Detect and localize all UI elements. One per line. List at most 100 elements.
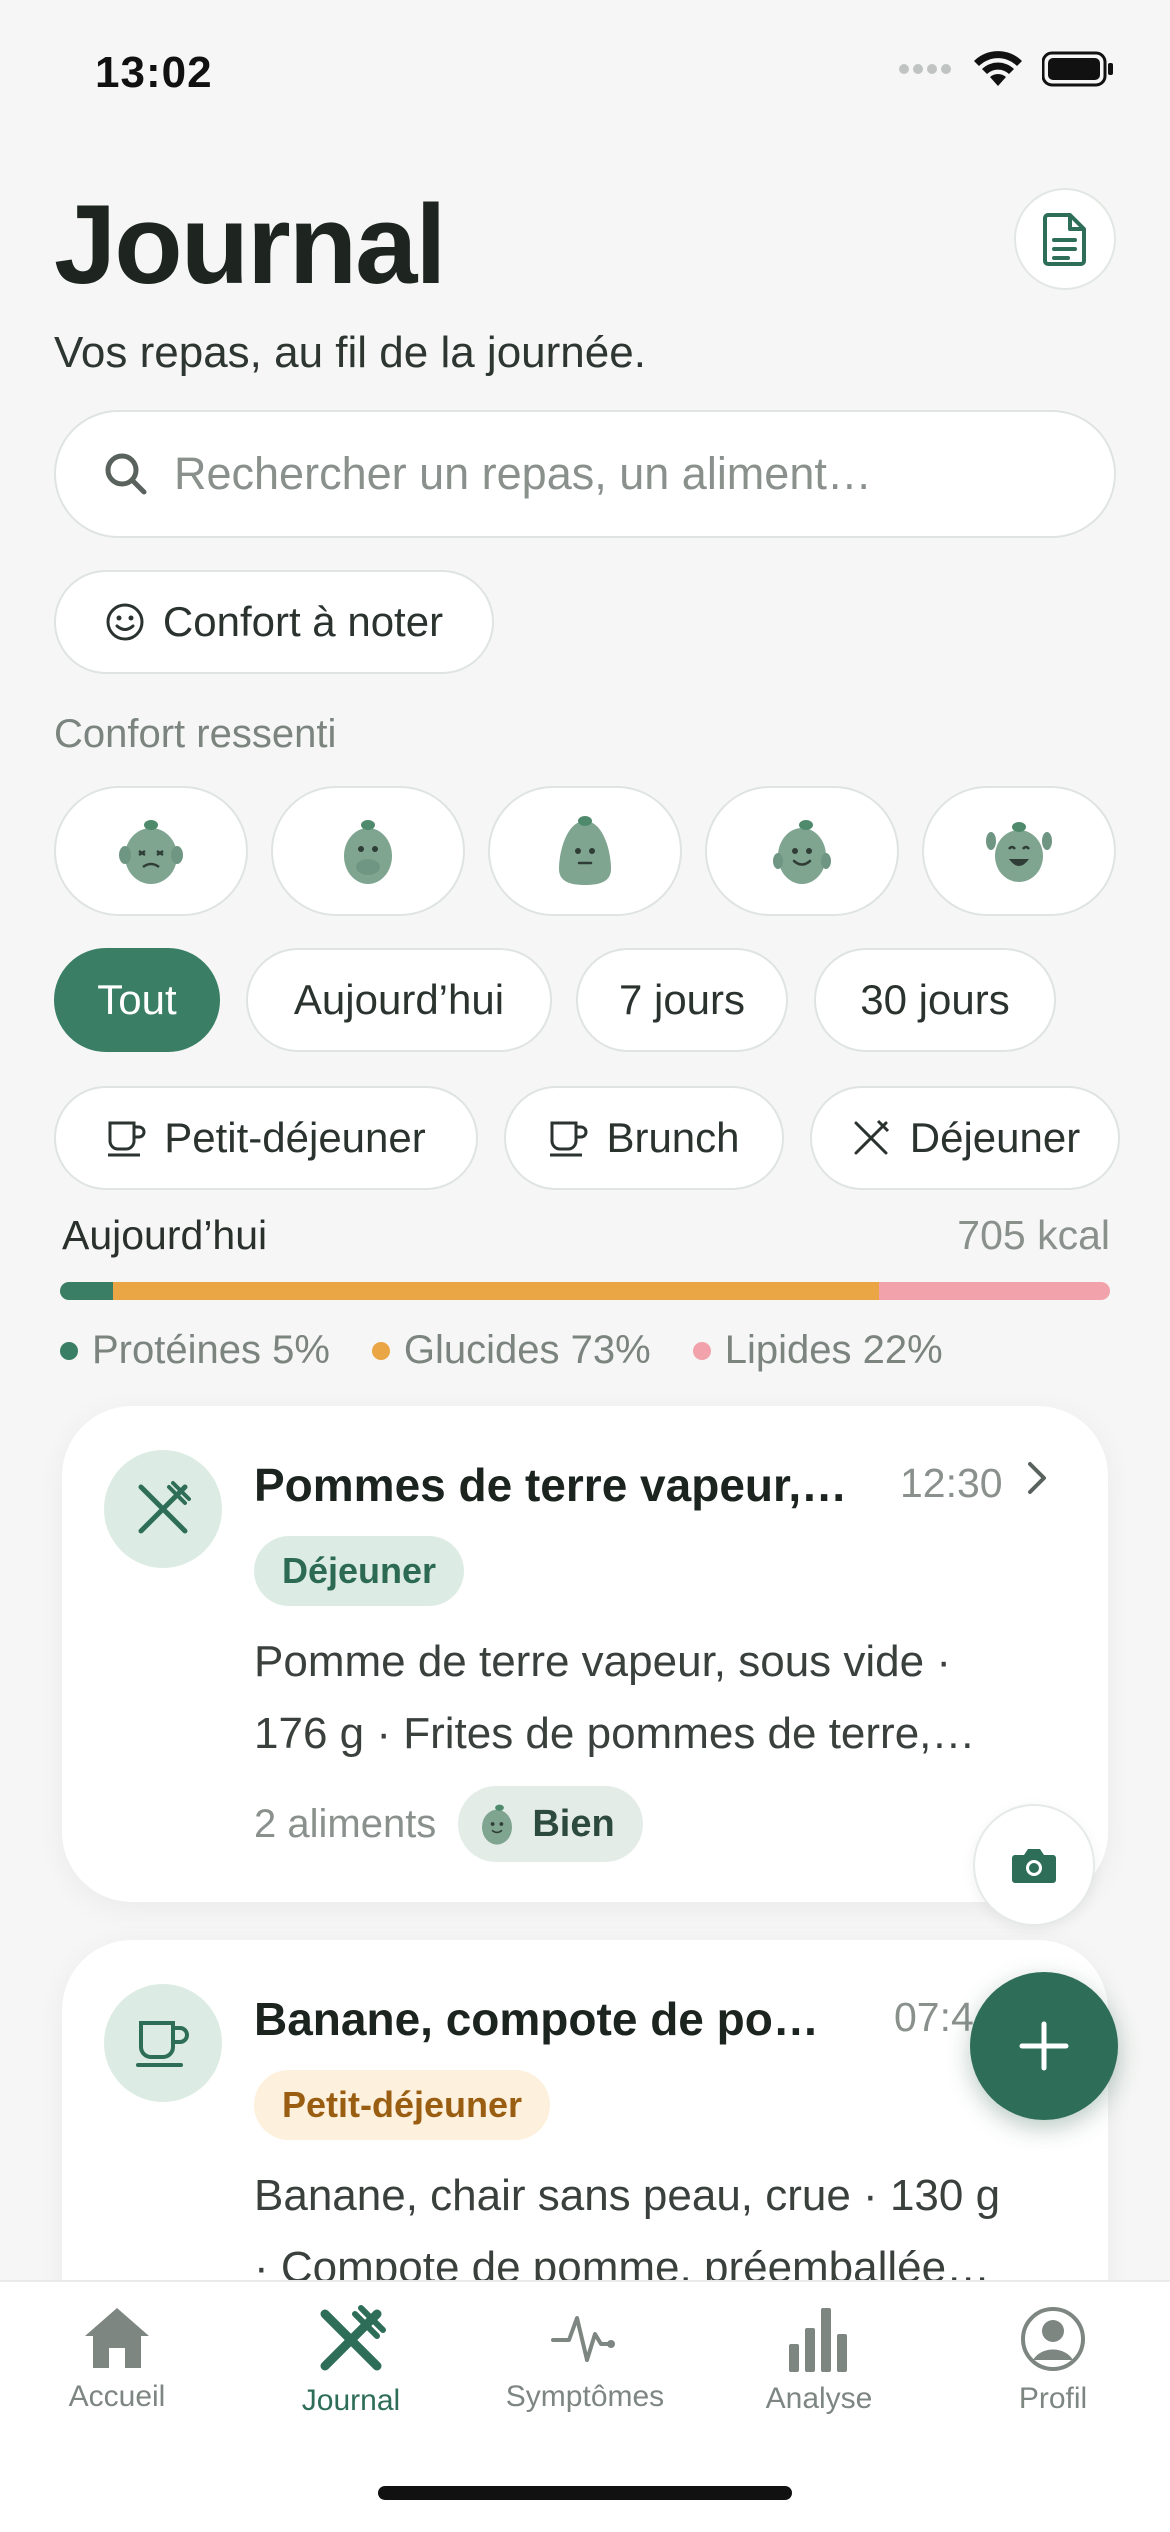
summary-kcal: 705 kcal bbox=[957, 1212, 1110, 1258]
status-indicators bbox=[898, 50, 1114, 88]
period-filter-label: 7 jours bbox=[618, 976, 746, 1023]
meal-description: Pomme de terre vapeur, sous vide · 176 g… bbox=[254, 1626, 1084, 1770]
document-icon bbox=[1043, 213, 1086, 266]
utensils-icon bbox=[854, 1119, 889, 1155]
chevron-right-icon bbox=[1028, 1462, 1046, 1494]
legend-carbs: Glucides 73% bbox=[371, 1328, 651, 1373]
status-bar: 13:02 bbox=[0, 0, 1170, 150]
tab-label: Symptômes bbox=[505, 2380, 665, 2413]
meal-card-lunch[interactable]: Pommes de terre vapeur,… 12:30 Déjeuner … bbox=[62, 1406, 1108, 1902]
meal-title: Pommes de terre vapeur,… bbox=[254, 1459, 848, 1511]
mascot-good-icon bbox=[482, 1804, 513, 1845]
tab-label: Journal bbox=[301, 2384, 401, 2417]
meal-type-icon bbox=[104, 1984, 222, 2102]
meal-description-line: 176 g · Frites de pommes de terre,… bbox=[254, 1709, 976, 1758]
cup-icon bbox=[108, 1121, 146, 1157]
battery-icon bbox=[1042, 51, 1113, 87]
mascot-neutral-icon bbox=[559, 816, 611, 885]
page-title: Journal bbox=[54, 182, 447, 307]
tab-analyse[interactable]: Analyse bbox=[702, 2304, 936, 2416]
add-meal-button[interactable] bbox=[970, 1972, 1118, 2120]
mascot-very-good-icon bbox=[986, 822, 1052, 882]
wifi-icon bbox=[974, 51, 1022, 86]
meal-time: 12:30 bbox=[900, 1460, 1003, 1506]
period-filter-30-days[interactable]: 30 jours bbox=[814, 948, 1056, 1052]
period-filter-label: Aujourd’hui bbox=[293, 976, 505, 1023]
carbs-segment bbox=[112, 1282, 879, 1300]
meal-time: 07:4 bbox=[894, 1994, 974, 2040]
tab-symptomes[interactable]: Symptômes bbox=[468, 2304, 702, 2414]
mood-good-button[interactable] bbox=[705, 786, 899, 916]
today-summary: Aujourd’hui 705 kcal bbox=[62, 1212, 1110, 1259]
meal-filter-label: Brunch bbox=[606, 1114, 740, 1161]
utensils-icon bbox=[138, 1481, 191, 1534]
tab-label: Analyse bbox=[765, 2382, 873, 2415]
meal-type-icon bbox=[104, 1450, 222, 1568]
legend-proteins-label: Protéines 5% bbox=[92, 1328, 330, 1372]
comfort-section-label: Confort ressenti bbox=[54, 712, 337, 756]
status-time: 13:02 bbox=[95, 48, 213, 97]
comfort-chip: Bien bbox=[458, 1786, 643, 1862]
tab-accueil[interactable]: Accueil bbox=[0, 2304, 234, 2414]
legend-proteins: Protéines 5% bbox=[60, 1328, 330, 1373]
tab-profil[interactable]: Profil bbox=[936, 2304, 1170, 2416]
meal-title: Banane, compote de po… bbox=[254, 1993, 819, 2045]
period-filter-today[interactable]: Aujourd’hui bbox=[246, 948, 552, 1052]
search-bar[interactable] bbox=[54, 410, 1116, 538]
mascot-uncomfortable-icon bbox=[344, 820, 392, 884]
proteins-dot bbox=[60, 1341, 78, 1360]
cup-icon bbox=[550, 1121, 588, 1157]
legend-fats-label: Lipides 22% bbox=[724, 1328, 943, 1372]
bar-chart-icon bbox=[789, 2308, 847, 2372]
meal-filter-brunch[interactable]: Brunch bbox=[504, 1086, 784, 1190]
meal-filter-lunch[interactable]: Déjeuner bbox=[810, 1086, 1120, 1190]
search-icon bbox=[105, 453, 147, 495]
meal-filter-label: Petit-déjeuner bbox=[164, 1114, 426, 1161]
comfort-chip-label: Bien bbox=[532, 1802, 615, 1845]
mood-neutral-button[interactable] bbox=[488, 786, 682, 916]
meal-description-line: Banane, chair sans peau, crue · 130 g bbox=[254, 2171, 1001, 2220]
page-subtitle: Vos repas, au fil de la journée. bbox=[54, 328, 646, 377]
meal-type-tag: Déjeuner bbox=[254, 1536, 465, 1606]
home-icon bbox=[85, 2308, 149, 2368]
period-filter-label: Tout bbox=[97, 976, 177, 1023]
profile-icon bbox=[1021, 2307, 1085, 2371]
fats-segment bbox=[879, 1282, 1110, 1300]
fats-dot bbox=[692, 1341, 711, 1360]
mascot-good-icon bbox=[773, 820, 831, 884]
period-filter-label: 30 jours bbox=[860, 976, 1010, 1023]
cup-icon bbox=[136, 2021, 189, 2067]
search-input[interactable] bbox=[174, 448, 1054, 500]
comfort-to-rate-filter[interactable]: Confort à noter bbox=[54, 570, 494, 674]
mascot-very-uncomfortable-icon bbox=[119, 820, 183, 884]
comfort-filter-label: Confort à noter bbox=[162, 598, 444, 645]
tab-label: Profil bbox=[1018, 2382, 1088, 2415]
proteins-segment bbox=[60, 1282, 113, 1300]
meal-filter-label: Déjeuner bbox=[909, 1114, 1081, 1161]
meal-meta: 2 aliments Bien bbox=[254, 1786, 643, 1862]
mood-uncomfortable-button[interactable] bbox=[271, 786, 465, 916]
macro-legend: Protéines 5% Glucides 73% Lipides 22% bbox=[60, 1328, 943, 1373]
summary-label: Aujourd’hui bbox=[62, 1212, 268, 1258]
home-indicator bbox=[378, 2486, 792, 2500]
legend-carbs-label: Glucides 73% bbox=[403, 1328, 651, 1372]
meal-type-tag: Petit-déjeuner bbox=[254, 2070, 551, 2140]
food-count: 2 aliments bbox=[254, 1801, 437, 1846]
period-filter-7-days[interactable]: 7 jours bbox=[576, 948, 788, 1052]
camera-icon bbox=[1012, 1849, 1056, 1883]
cellular-signal-icon bbox=[899, 64, 951, 74]
tab-label: Accueil bbox=[68, 2380, 166, 2413]
plus-icon bbox=[1019, 2021, 1069, 2071]
add-photo-button[interactable] bbox=[973, 1804, 1095, 1926]
legend-fats: Lipides 22% bbox=[692, 1328, 943, 1373]
carbs-dot bbox=[371, 1341, 390, 1360]
meal-filter-breakfast[interactable]: Petit-déjeuner bbox=[54, 1086, 478, 1190]
mood-very-good-button[interactable] bbox=[922, 786, 1116, 916]
pulse-icon bbox=[551, 2316, 615, 2362]
utensils-icon bbox=[320, 2305, 386, 2371]
export-document-button[interactable] bbox=[1014, 188, 1116, 290]
mood-very-uncomfortable-button[interactable] bbox=[54, 786, 248, 916]
tab-journal[interactable]: Journal bbox=[234, 2304, 468, 2418]
macro-distribution-bar bbox=[60, 1282, 1110, 1300]
period-filter-all[interactable]: Tout bbox=[54, 948, 220, 1052]
